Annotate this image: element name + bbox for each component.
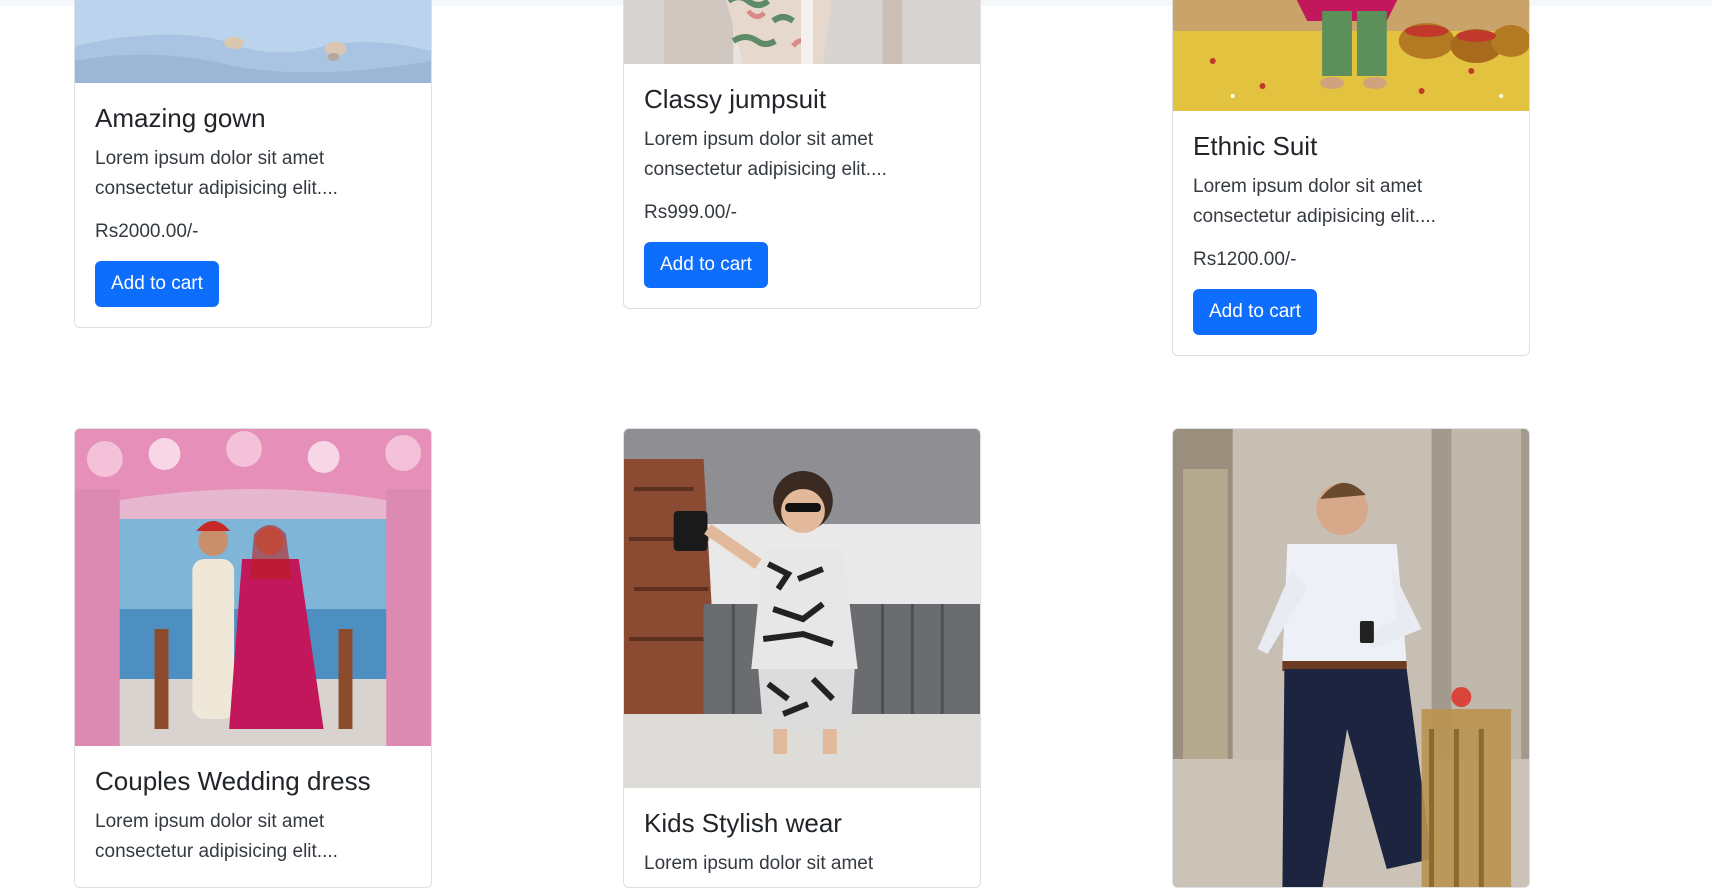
product-description: Lorem ipsum dolor sit amet consectetur a… (644, 129, 887, 181)
product-title: Ethnic Suit (1193, 131, 1318, 161)
product-description: Lorem ipsum dolor sit amet consectetur a… (95, 148, 338, 200)
product-card-kids-stylish-wear: Kids Stylish wear Lorem ipsum dolor sit … (623, 428, 981, 888)
product-title: Amazing gown (95, 103, 266, 133)
product-card-classy-jumpsuit: Classy jumpsuit Lorem ipsum dolor sit am… (623, 0, 981, 310)
product-description: Lorem ipsum dolor sit amet (644, 853, 874, 875)
product-price: Rs2000.00/- (95, 221, 199, 243)
product-price: Rs1200.00/- (1193, 249, 1297, 271)
product-image[interactable] (1173, 0, 1529, 111)
add-to-cart-button[interactable]: Add to cart (1193, 289, 1317, 336)
product-card-mens-shirt (1172, 428, 1530, 888)
product-title: Classy jumpsuit (644, 84, 827, 114)
product-image[interactable] (624, 0, 980, 64)
product-description: Lorem ipsum dolor sit amet consectetur a… (95, 811, 338, 863)
product-image[interactable] (75, 0, 431, 83)
product-description: Lorem ipsum dolor sit amet consectetur a… (1193, 176, 1436, 228)
product-image[interactable] (624, 429, 980, 788)
product-title: Couples Wedding dress (95, 766, 371, 796)
product-card-amazing-gown: Amazing gown Lorem ipsum dolor sit amet … (74, 0, 432, 329)
add-to-cart-button[interactable]: Add to cart (644, 242, 768, 289)
product-card-couples-wedding-dress: Couples Wedding dress Lorem ipsum dolor … (74, 428, 432, 888)
product-price: Rs999.00/- (644, 202, 737, 224)
product-image[interactable] (1173, 429, 1529, 887)
product-image[interactable] (75, 429, 431, 746)
add-to-cart-button[interactable]: Add to cart (95, 261, 219, 308)
product-card-ethnic-suit: Ethnic Suit Lorem ipsum dolor sit amet c… (1172, 0, 1530, 357)
product-title: Kids Stylish wear (644, 808, 842, 838)
